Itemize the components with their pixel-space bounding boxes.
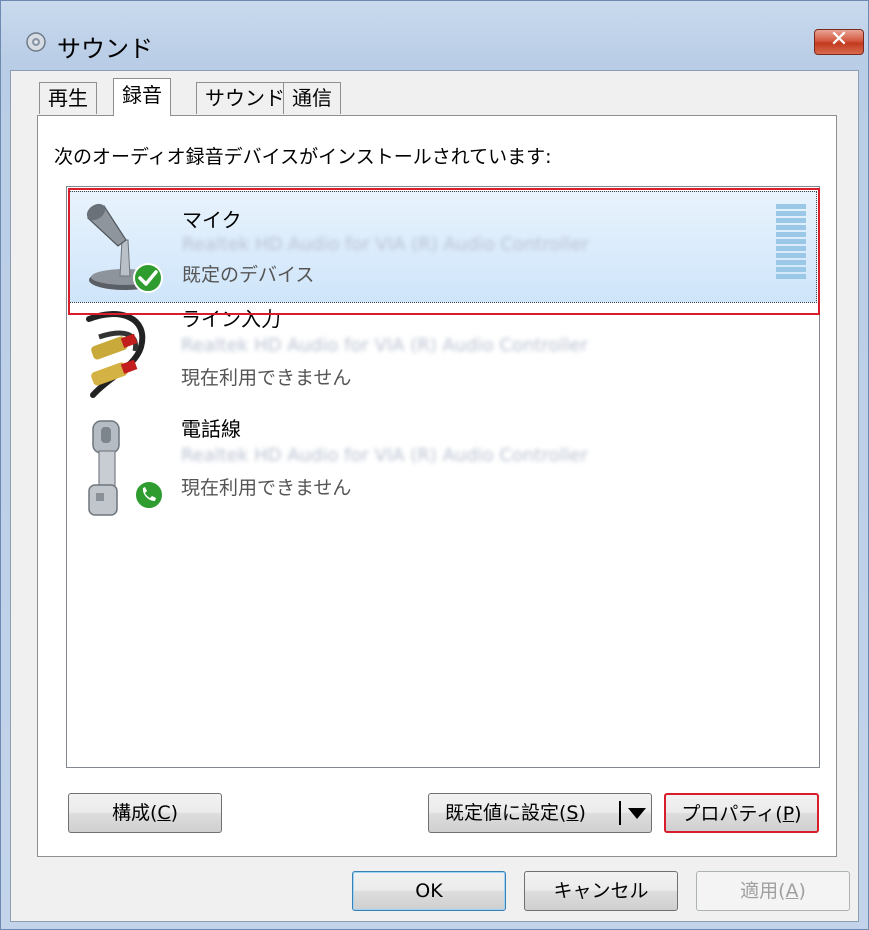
properties-label: プロパティ( (681, 803, 783, 825)
dropdown-arrow-icon (619, 801, 646, 825)
title-bar[interactable]: サウンド ✕ (1, 1, 869, 63)
close-button[interactable]: ✕ (814, 27, 864, 55)
properties-suffix: ) (794, 803, 802, 825)
device-status: 現在利用できません (181, 477, 352, 499)
speaker-icon (26, 32, 46, 52)
device-description: Realtek HD Audio for VIA (R) Audio Contr… (181, 445, 588, 466)
ok-button[interactable]: OK (352, 871, 506, 911)
level-meter (776, 204, 806, 282)
list-item-line-in[interactable]: ライン入力 Realtek HD Audio for VIA (R) Audio… (69, 303, 817, 415)
list-item-telephone-line[interactable]: 電話線 Realtek HD Audio for VIA (R) Audio C… (69, 413, 817, 525)
apply-accesskey: A (785, 880, 799, 902)
device-status: 現在利用できません (181, 367, 352, 389)
recording-device-list[interactable]: マイク Realtek HD Audio for VIA (R) Audio C… (66, 186, 820, 768)
device-name: ライン入力 (181, 307, 281, 331)
configure-accesskey: C (157, 802, 171, 824)
device-description: Realtek HD Audio for VIA (R) Audio Contr… (182, 234, 589, 255)
configure-button[interactable]: 構成(C) (68, 793, 222, 833)
set-default-label: 既定値に設定( (445, 802, 567, 824)
set-default-dropdown[interactable] (614, 793, 652, 833)
list-item-microphone[interactable]: マイク Realtek HD Audio for VIA (R) Audio C… (69, 191, 817, 303)
configure-suffix: ) (170, 802, 179, 824)
properties-button[interactable]: プロパティ(P) (664, 793, 819, 833)
tab-recording[interactable]: 録音 (113, 78, 171, 116)
device-name: 電話線 (181, 417, 241, 441)
device-name: マイク (182, 208, 242, 232)
line-in-cable-icon (86, 311, 146, 398)
apply-button[interactable]: 適用(A) (696, 871, 850, 911)
check-badge-icon (133, 263, 163, 293)
cancel-button[interactable]: キャンセル (524, 871, 678, 911)
tab-playback[interactable]: 再生 (39, 82, 97, 114)
device-status: 既定のデバイス (182, 264, 315, 286)
properties-accesskey: P (782, 803, 795, 825)
close-icon: ✕ (829, 27, 849, 52)
set-default-suffix: ) (578, 802, 586, 824)
apply-suffix: ) (798, 880, 806, 902)
phone-badge-icon (134, 480, 164, 510)
configure-label: 構成( (111, 802, 158, 824)
apply-label: 適用( (740, 880, 786, 902)
instruction-text: 次のオーディオ録音デバイスがインストールされています: (54, 146, 552, 168)
tab-communications[interactable]: 通信 (283, 82, 341, 114)
tab-sounds[interactable]: サウンド (196, 82, 294, 114)
device-description: Realtek HD Audio for VIA (R) Audio Contr… (181, 335, 588, 356)
window-title: サウンド (57, 35, 153, 63)
set-default-accesskey: S (566, 802, 579, 824)
